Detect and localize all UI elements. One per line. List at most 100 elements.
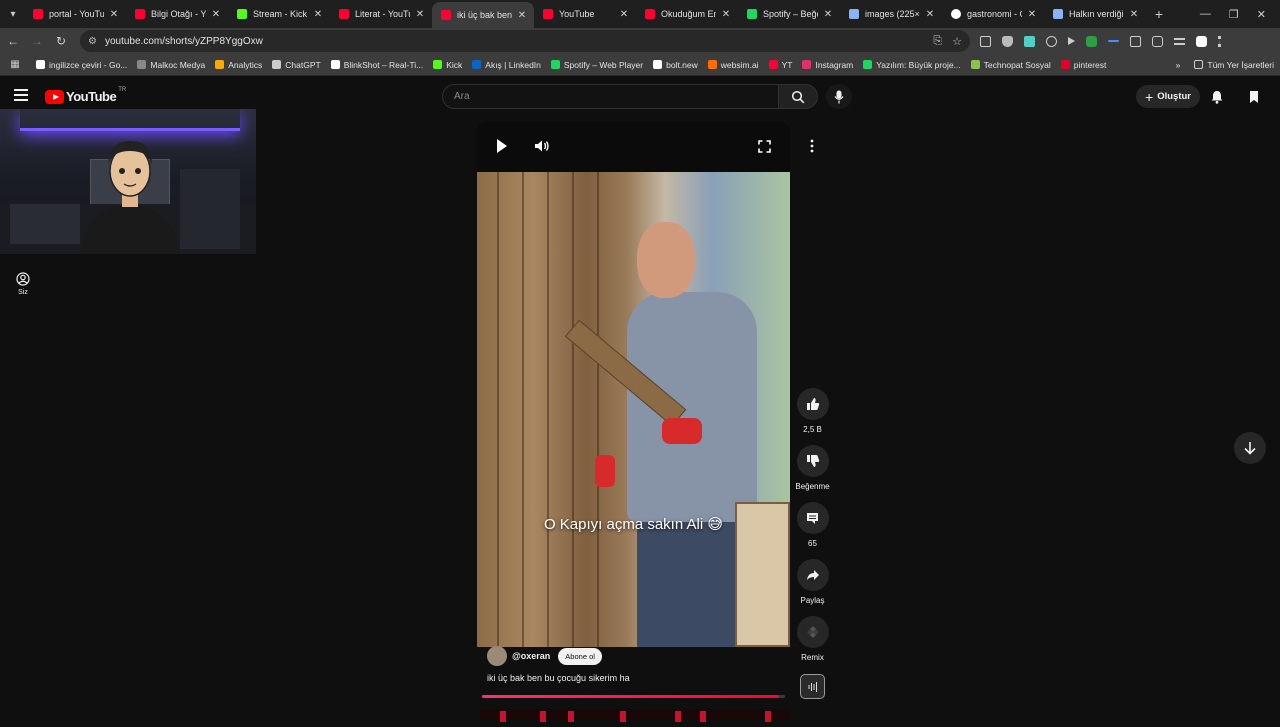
extension-teal-icon[interactable] bbox=[1024, 35, 1035, 47]
browser-tab[interactable]: iki üç bak ben bu ✕ bbox=[432, 2, 534, 28]
create-button[interactable]: + Oluştur bbox=[1136, 85, 1200, 108]
share-button[interactable] bbox=[796, 559, 829, 591]
search-button[interactable] bbox=[778, 84, 818, 109]
next-short-preview[interactable] bbox=[480, 709, 790, 722]
all-bookmarks-folder[interactable]: Tüm Yer İşaretleri bbox=[1194, 60, 1274, 70]
progress-bar[interactable] bbox=[482, 695, 785, 698]
search-input[interactable]: Ara bbox=[442, 84, 778, 109]
subscribe-button[interactable]: Abone ol bbox=[558, 647, 602, 665]
volume-button[interactable] bbox=[534, 139, 550, 153]
tab-close-icon[interactable]: ✕ bbox=[516, 10, 528, 21]
bookmark-item[interactable]: Malkoc Medya bbox=[137, 60, 205, 70]
bookmark-item[interactable]: Akış | LinkedIn bbox=[472, 60, 541, 70]
back-icon[interactable]: ← bbox=[2, 34, 24, 48]
extension-green-icon[interactable] bbox=[1086, 35, 1097, 47]
browser-tab[interactable]: Literat - YouTube ✕ bbox=[330, 2, 432, 26]
bookmark-item[interactable]: ingilizce çeviri - Go... bbox=[36, 60, 127, 70]
tab-close-icon[interactable]: ✕ bbox=[822, 9, 834, 20]
browser-tab[interactable]: gastronomi - Google ✕ bbox=[942, 2, 1044, 26]
voice-search-button[interactable] bbox=[826, 84, 852, 109]
browser-tab[interactable]: Stream - Kick Dash ✕ bbox=[228, 2, 330, 26]
browser-menu-icon[interactable] bbox=[1218, 35, 1221, 47]
more-options-button[interactable] bbox=[798, 132, 826, 160]
browser-tab[interactable]: images (225×225) ✕ bbox=[840, 2, 942, 26]
bookmark-item[interactable]: Yazılım: Büyük proje... bbox=[863, 60, 961, 70]
extension-dash-icon[interactable] bbox=[1108, 40, 1119, 42]
audio-waveform-icon bbox=[808, 681, 817, 692]
bookmark-item[interactable]: Kick bbox=[433, 60, 462, 70]
url-text[interactable]: youtube.com/shorts/yZPP8YggOxw bbox=[105, 36, 923, 47]
shorts-player[interactable]: O Kapıyı açma sakın Ali 😅 bbox=[477, 121, 790, 647]
comments-button[interactable] bbox=[796, 502, 829, 534]
tab-close-icon[interactable]: ✕ bbox=[924, 9, 936, 20]
new-tab-button[interactable]: + bbox=[1148, 6, 1170, 22]
tab-close-icon[interactable]: ✕ bbox=[108, 9, 120, 20]
profile-avatar-icon[interactable] bbox=[1196, 35, 1207, 47]
install-app-icon[interactable]: ⎘ bbox=[933, 35, 942, 48]
extensions-puzzle-icon[interactable] bbox=[1152, 35, 1163, 47]
apps-grid-icon[interactable]: ▦ bbox=[4, 59, 26, 70]
bookmark-item[interactable]: Spotify – Web Player bbox=[550, 60, 643, 70]
minimize-icon[interactable]: — bbox=[1200, 8, 1211, 21]
bookmark-favicon-icon bbox=[433, 60, 443, 69]
reload-icon[interactable]: ↻ bbox=[50, 34, 72, 48]
fullscreen-button[interactable] bbox=[758, 140, 771, 153]
browser-tab[interactable]: Okuduğum En Kötü ✕ bbox=[636, 2, 738, 26]
tab-search-button[interactable]: ▾ bbox=[2, 3, 24, 25]
bookmark-label: Malkoc Medya bbox=[150, 59, 206, 70]
bookmark-item[interactable]: YT bbox=[768, 60, 792, 70]
browser-tab[interactable]: portal - YouTube ✕ bbox=[24, 2, 126, 26]
bookmark-item[interactable]: bolt.new bbox=[653, 60, 698, 70]
more-bookmarks-icon[interactable]: » bbox=[1176, 60, 1181, 70]
bookmark-item[interactable]: Analytics bbox=[215, 60, 262, 70]
reading-list-icon[interactable] bbox=[1174, 37, 1185, 45]
video-frame[interactable]: O Kapıyı açma sakın Ali 😅 bbox=[477, 172, 790, 647]
play-button[interactable] bbox=[495, 138, 509, 154]
extension-lens-icon[interactable] bbox=[980, 35, 991, 47]
notifications-bell-icon[interactable] bbox=[1210, 90, 1224, 104]
wood-plank bbox=[572, 172, 574, 647]
youtube-logo[interactable]: YouTube TR bbox=[45, 87, 126, 104]
tab-close-icon[interactable]: ✕ bbox=[1128, 9, 1140, 20]
tab-close-icon[interactable]: ✕ bbox=[210, 9, 222, 20]
browser-tab[interactable]: Spotify – Beğenilen ✕ bbox=[738, 2, 840, 26]
omnibox[interactable]: ⚙ youtube.com/shorts/yZPP8YggOxw ⎘ ☆ bbox=[80, 30, 970, 52]
forward-icon[interactable]: → bbox=[26, 34, 48, 48]
account-bookmark-icon[interactable] bbox=[1249, 90, 1259, 104]
bookmark-star-icon[interactable]: ☆ bbox=[952, 35, 962, 48]
tab-favicon-icon bbox=[645, 9, 655, 19]
extension-shield-icon[interactable] bbox=[1002, 35, 1013, 47]
short-description[interactable]: iki üç bak ben bu çocuğu sikerim ha bbox=[487, 673, 630, 683]
tab-close-icon[interactable]: ✕ bbox=[312, 9, 324, 20]
bookmark-item[interactable]: Instagram bbox=[802, 60, 853, 70]
next-short-button[interactable] bbox=[1234, 432, 1266, 464]
wood-plank bbox=[497, 172, 499, 647]
channel-avatar[interactable] bbox=[487, 646, 507, 666]
bookmark-item[interactable]: pinterest bbox=[1060, 60, 1106, 70]
like-button[interactable] bbox=[796, 388, 829, 420]
close-window-icon[interactable]: ✕ bbox=[1257, 8, 1266, 21]
tab-close-icon[interactable]: ✕ bbox=[618, 9, 630, 20]
dislike-button[interactable] bbox=[796, 445, 829, 477]
restore-icon[interactable]: ❐ bbox=[1229, 8, 1239, 21]
site-info-icon[interactable]: ⚙ bbox=[88, 36, 97, 47]
extension-circle-icon[interactable] bbox=[1046, 35, 1057, 47]
channel-name[interactable]: @oxeran bbox=[512, 651, 550, 661]
menu-icon[interactable] bbox=[14, 89, 28, 101]
browser-tab[interactable]: Halkın verdiği isim ✕ bbox=[1044, 2, 1146, 26]
plus-icon: + bbox=[1145, 88, 1154, 105]
browser-tab[interactable]: Bilgi Otağı - YouTube ✕ bbox=[126, 2, 228, 26]
extension-play-icon[interactable] bbox=[1068, 37, 1075, 45]
remix-button[interactable] bbox=[796, 616, 829, 648]
bookmark-item[interactable]: Technopat Sosyal bbox=[970, 60, 1051, 70]
tab-close-icon[interactable]: ✕ bbox=[720, 9, 732, 20]
extension-grid-icon[interactable] bbox=[1130, 35, 1141, 47]
bookmark-item[interactable]: BlinkShot – Real-Ti... bbox=[330, 60, 423, 70]
sidebar-item-you[interactable]: Siz bbox=[8, 272, 38, 296]
tab-close-icon[interactable]: ✕ bbox=[414, 9, 426, 20]
browser-tab[interactable]: YouTube ✕ bbox=[534, 2, 636, 26]
bookmark-item[interactable]: websim.ai bbox=[707, 60, 759, 70]
tab-close-icon[interactable]: ✕ bbox=[1026, 9, 1038, 20]
bookmark-item[interactable]: ChatGPT bbox=[272, 60, 321, 70]
sound-button[interactable] bbox=[800, 674, 825, 699]
